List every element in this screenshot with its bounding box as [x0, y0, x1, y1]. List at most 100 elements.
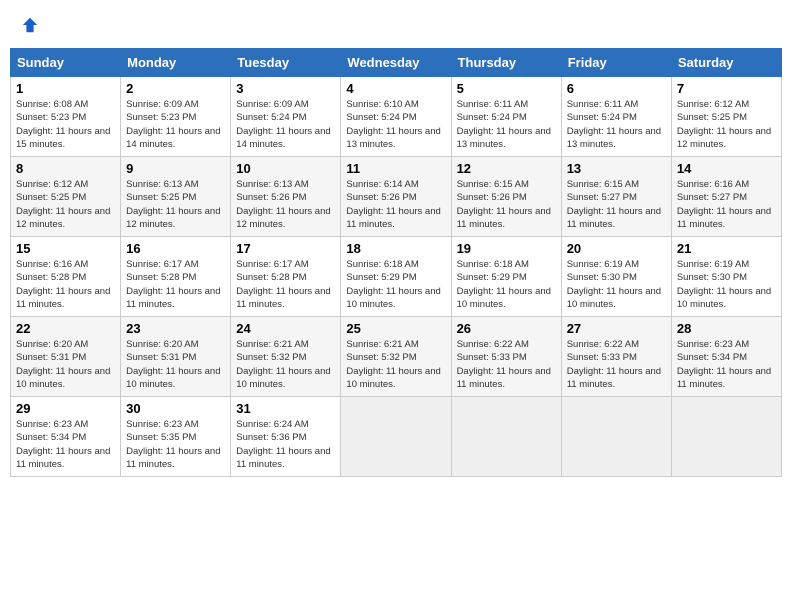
day-info: Sunrise: 6:13 AM Sunset: 5:26 PM Dayligh…: [236, 178, 335, 231]
day-info: Sunrise: 6:20 AM Sunset: 5:31 PM Dayligh…: [126, 338, 225, 391]
calendar-cell: [671, 397, 781, 477]
calendar-week-1: 1 Sunrise: 6:08 AM Sunset: 5:23 PM Dayli…: [11, 77, 782, 157]
calendar-cell: 25 Sunrise: 6:21 AM Sunset: 5:32 PM Dayl…: [341, 317, 451, 397]
calendar-header-friday: Friday: [561, 49, 671, 77]
calendar-cell: 10 Sunrise: 6:13 AM Sunset: 5:26 PM Dayl…: [231, 157, 341, 237]
day-info: Sunrise: 6:21 AM Sunset: 5:32 PM Dayligh…: [236, 338, 335, 391]
calendar-cell: 13 Sunrise: 6:15 AM Sunset: 5:27 PM Dayl…: [561, 157, 671, 237]
calendar-header-row: SundayMondayTuesdayWednesdayThursdayFrid…: [11, 49, 782, 77]
day-number: 24: [236, 321, 335, 336]
day-info: Sunrise: 6:09 AM Sunset: 5:23 PM Dayligh…: [126, 98, 225, 151]
calendar-cell: 15 Sunrise: 6:16 AM Sunset: 5:28 PM Dayl…: [11, 237, 121, 317]
day-info: Sunrise: 6:11 AM Sunset: 5:24 PM Dayligh…: [567, 98, 666, 151]
logo: [20, 16, 40, 34]
day-number: 1: [16, 81, 115, 96]
calendar-cell: 24 Sunrise: 6:21 AM Sunset: 5:32 PM Dayl…: [231, 317, 341, 397]
day-info: Sunrise: 6:19 AM Sunset: 5:30 PM Dayligh…: [677, 258, 776, 311]
calendar-cell: 6 Sunrise: 6:11 AM Sunset: 5:24 PM Dayli…: [561, 77, 671, 157]
calendar-cell: 22 Sunrise: 6:20 AM Sunset: 5:31 PM Dayl…: [11, 317, 121, 397]
calendar-header-thursday: Thursday: [451, 49, 561, 77]
day-info: Sunrise: 6:16 AM Sunset: 5:28 PM Dayligh…: [16, 258, 115, 311]
calendar-table: SundayMondayTuesdayWednesdayThursdayFrid…: [10, 48, 782, 477]
calendar-cell: 19 Sunrise: 6:18 AM Sunset: 5:29 PM Dayl…: [451, 237, 561, 317]
day-number: 26: [457, 321, 556, 336]
calendar-week-2: 8 Sunrise: 6:12 AM Sunset: 5:25 PM Dayli…: [11, 157, 782, 237]
calendar-body: 1 Sunrise: 6:08 AM Sunset: 5:23 PM Dayli…: [11, 77, 782, 477]
day-info: Sunrise: 6:15 AM Sunset: 5:26 PM Dayligh…: [457, 178, 556, 231]
calendar-week-5: 29 Sunrise: 6:23 AM Sunset: 5:34 PM Dayl…: [11, 397, 782, 477]
day-info: Sunrise: 6:18 AM Sunset: 5:29 PM Dayligh…: [457, 258, 556, 311]
day-info: Sunrise: 6:12 AM Sunset: 5:25 PM Dayligh…: [677, 98, 776, 151]
calendar-cell: 21 Sunrise: 6:19 AM Sunset: 5:30 PM Dayl…: [671, 237, 781, 317]
day-number: 12: [457, 161, 556, 176]
day-info: Sunrise: 6:21 AM Sunset: 5:32 PM Dayligh…: [346, 338, 445, 391]
day-number: 31: [236, 401, 335, 416]
calendar-cell: 20 Sunrise: 6:19 AM Sunset: 5:30 PM Dayl…: [561, 237, 671, 317]
logo-icon: [21, 16, 39, 34]
day-number: 10: [236, 161, 335, 176]
calendar-cell: [561, 397, 671, 477]
day-number: 17: [236, 241, 335, 256]
calendar-cell: 23 Sunrise: 6:20 AM Sunset: 5:31 PM Dayl…: [121, 317, 231, 397]
day-number: 20: [567, 241, 666, 256]
calendar-cell: 28 Sunrise: 6:23 AM Sunset: 5:34 PM Dayl…: [671, 317, 781, 397]
day-info: Sunrise: 6:09 AM Sunset: 5:24 PM Dayligh…: [236, 98, 335, 151]
day-number: 4: [346, 81, 445, 96]
calendar-cell: 31 Sunrise: 6:24 AM Sunset: 5:36 PM Dayl…: [231, 397, 341, 477]
day-number: 28: [677, 321, 776, 336]
day-info: Sunrise: 6:10 AM Sunset: 5:24 PM Dayligh…: [346, 98, 445, 151]
day-info: Sunrise: 6:17 AM Sunset: 5:28 PM Dayligh…: [236, 258, 335, 311]
day-info: Sunrise: 6:18 AM Sunset: 5:29 PM Dayligh…: [346, 258, 445, 311]
day-info: Sunrise: 6:22 AM Sunset: 5:33 PM Dayligh…: [457, 338, 556, 391]
day-number: 27: [567, 321, 666, 336]
calendar-header-saturday: Saturday: [671, 49, 781, 77]
calendar-cell: 30 Sunrise: 6:23 AM Sunset: 5:35 PM Dayl…: [121, 397, 231, 477]
calendar-week-4: 22 Sunrise: 6:20 AM Sunset: 5:31 PM Dayl…: [11, 317, 782, 397]
day-number: 9: [126, 161, 225, 176]
day-number: 8: [16, 161, 115, 176]
calendar-cell: 14 Sunrise: 6:16 AM Sunset: 5:27 PM Dayl…: [671, 157, 781, 237]
calendar-cell: 8 Sunrise: 6:12 AM Sunset: 5:25 PM Dayli…: [11, 157, 121, 237]
calendar-cell: 9 Sunrise: 6:13 AM Sunset: 5:25 PM Dayli…: [121, 157, 231, 237]
calendar-header-tuesday: Tuesday: [231, 49, 341, 77]
calendar-cell: 3 Sunrise: 6:09 AM Sunset: 5:24 PM Dayli…: [231, 77, 341, 157]
day-number: 5: [457, 81, 556, 96]
calendar-cell: 11 Sunrise: 6:14 AM Sunset: 5:26 PM Dayl…: [341, 157, 451, 237]
calendar-cell: 12 Sunrise: 6:15 AM Sunset: 5:26 PM Dayl…: [451, 157, 561, 237]
day-number: 16: [126, 241, 225, 256]
day-info: Sunrise: 6:13 AM Sunset: 5:25 PM Dayligh…: [126, 178, 225, 231]
day-info: Sunrise: 6:14 AM Sunset: 5:26 PM Dayligh…: [346, 178, 445, 231]
day-number: 7: [677, 81, 776, 96]
day-info: Sunrise: 6:08 AM Sunset: 5:23 PM Dayligh…: [16, 98, 115, 151]
day-number: 14: [677, 161, 776, 176]
day-number: 19: [457, 241, 556, 256]
calendar-header-monday: Monday: [121, 49, 231, 77]
day-info: Sunrise: 6:22 AM Sunset: 5:33 PM Dayligh…: [567, 338, 666, 391]
day-number: 23: [126, 321, 225, 336]
calendar-header-sunday: Sunday: [11, 49, 121, 77]
day-info: Sunrise: 6:19 AM Sunset: 5:30 PM Dayligh…: [567, 258, 666, 311]
calendar-cell: 16 Sunrise: 6:17 AM Sunset: 5:28 PM Dayl…: [121, 237, 231, 317]
page-header: [10, 10, 782, 40]
day-number: 13: [567, 161, 666, 176]
calendar-cell: [451, 397, 561, 477]
calendar-header-wednesday: Wednesday: [341, 49, 451, 77]
calendar-cell: 17 Sunrise: 6:17 AM Sunset: 5:28 PM Dayl…: [231, 237, 341, 317]
day-info: Sunrise: 6:15 AM Sunset: 5:27 PM Dayligh…: [567, 178, 666, 231]
calendar-week-3: 15 Sunrise: 6:16 AM Sunset: 5:28 PM Dayl…: [11, 237, 782, 317]
day-number: 3: [236, 81, 335, 96]
calendar-cell: 29 Sunrise: 6:23 AM Sunset: 5:34 PM Dayl…: [11, 397, 121, 477]
day-info: Sunrise: 6:24 AM Sunset: 5:36 PM Dayligh…: [236, 418, 335, 471]
day-info: Sunrise: 6:17 AM Sunset: 5:28 PM Dayligh…: [126, 258, 225, 311]
calendar-cell: [341, 397, 451, 477]
day-number: 11: [346, 161, 445, 176]
day-info: Sunrise: 6:23 AM Sunset: 5:34 PM Dayligh…: [16, 418, 115, 471]
day-number: 29: [16, 401, 115, 416]
day-number: 25: [346, 321, 445, 336]
day-info: Sunrise: 6:23 AM Sunset: 5:35 PM Dayligh…: [126, 418, 225, 471]
calendar-cell: 2 Sunrise: 6:09 AM Sunset: 5:23 PM Dayli…: [121, 77, 231, 157]
day-info: Sunrise: 6:20 AM Sunset: 5:31 PM Dayligh…: [16, 338, 115, 391]
calendar-cell: 7 Sunrise: 6:12 AM Sunset: 5:25 PM Dayli…: [671, 77, 781, 157]
day-number: 21: [677, 241, 776, 256]
day-number: 30: [126, 401, 225, 416]
